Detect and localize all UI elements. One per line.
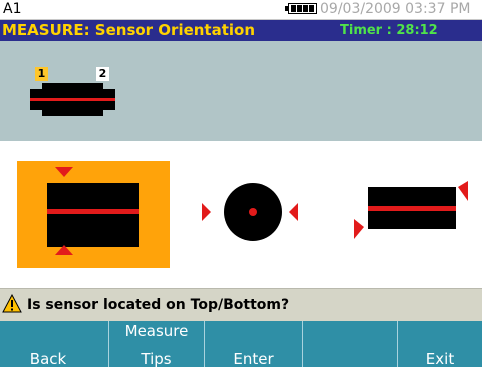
option-center[interactable] [196,177,304,251]
sensor-2-label: 2 [96,67,109,81]
softkey-label-line2: Enter [233,350,274,368]
option-side[interactable] [348,181,476,255]
softkey-label-line2: Back [29,350,67,368]
title-bar: MEASURE: Sensor Orientation Timer : 28:1… [0,20,482,41]
softkey-4-button[interactable] [302,321,397,367]
softkey-bar: Back Measure Tips Enter Exit [0,321,482,368]
back-button[interactable]: Back [0,321,96,368]
center-icon [202,183,298,241]
enter-button[interactable]: Enter [204,321,302,368]
page-title: MEASURE: Sensor Orientation [2,21,256,39]
measure-tips-button[interactable]: Measure Tips [108,321,204,368]
prompt-bar: Is sensor located on Top/Bottom? [0,288,482,322]
option-top-bottom[interactable] [17,161,170,268]
softkey-label-line2: Exit [425,350,455,368]
date-time: 09/03/2009 03:37 PM [320,1,471,17]
sensor-1-label: 1 [35,67,48,81]
timer: Timer : 28:12 [340,23,438,38]
measurement-id: A1 [3,1,22,17]
side-icon [354,181,468,239]
softkey-label-line2: Tips [141,350,172,368]
battery-icon [285,3,317,14]
orientation-options [0,141,482,288]
top-bottom-icon [47,167,139,255]
sensor-panel: 1 2 [0,41,482,141]
status-bar: A1 09/03/2009 03:37 PM [0,0,482,20]
warning-icon [2,294,22,313]
shaft-diagram-icon [30,83,115,116]
exit-button[interactable]: Exit [397,321,482,368]
prompt-question: Is sensor located on Top/Bottom? [27,297,290,313]
softkey-label-line1: Measure [124,322,189,340]
